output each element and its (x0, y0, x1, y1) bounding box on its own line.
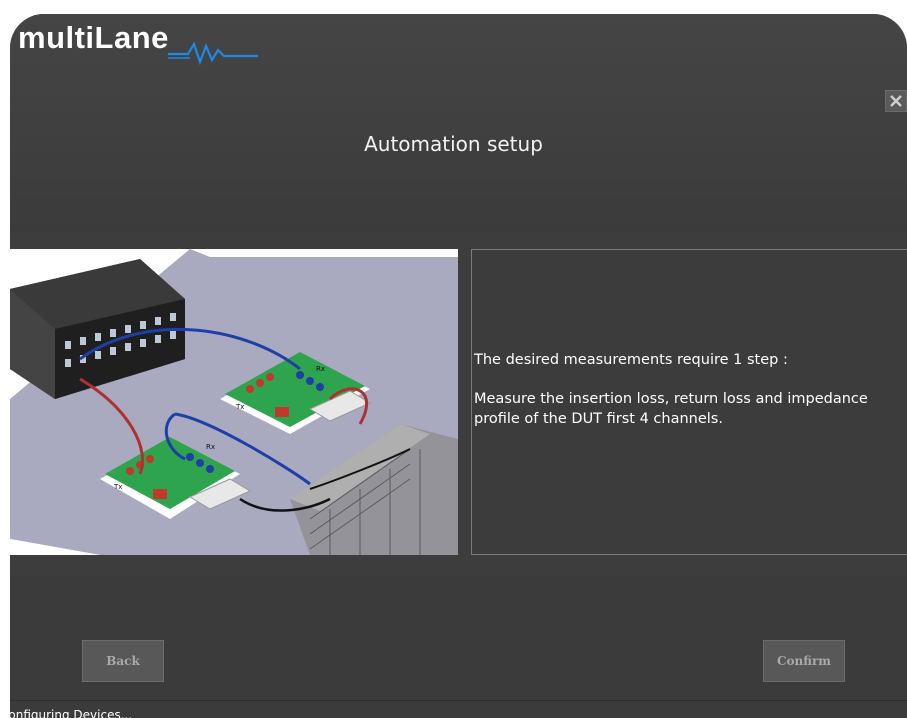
instructions-panel: The desired measurements require 1 step … (471, 249, 907, 555)
tx-label-2: Tx (235, 403, 244, 411)
status-text: Configuring Devices... (10, 708, 133, 718)
button-bar: Back Confirm (10, 576, 907, 700)
steps-summary: The desired measurements require 1 step … (474, 352, 788, 368)
step-description: Measure the insertion loss, return loss … (474, 391, 868, 427)
tx-label-1: Tx (113, 483, 122, 491)
close-icon (890, 95, 902, 107)
back-button[interactable]: Back (82, 640, 164, 682)
logo-wave-icon (168, 41, 258, 66)
setup-illustration: Tx Rx Tx Rx (10, 249, 458, 555)
confirm-button[interactable]: Confirm (763, 640, 845, 682)
logo-text: multiLane (18, 20, 169, 55)
rx-label-2: Rx (316, 365, 325, 373)
rx-label-1: Rx (206, 443, 215, 451)
close-button[interactable] (885, 90, 907, 112)
status-bar: Configuring Devices... (10, 700, 907, 718)
window-header: multiLane Automation setup (10, 14, 907, 232)
automation-setup-window: multiLane Automation setup Tx Rx Tx Rx T… (10, 14, 907, 718)
multilane-logo: multiLane (18, 20, 278, 72)
page-title: Automation setup (364, 132, 543, 156)
setup-diagram-image: Tx Rx Tx Rx (10, 249, 458, 555)
content-area: Tx Rx Tx Rx The desired measurements req… (10, 232, 907, 576)
instructions-text: The desired measurements require 1 step … (474, 350, 894, 448)
